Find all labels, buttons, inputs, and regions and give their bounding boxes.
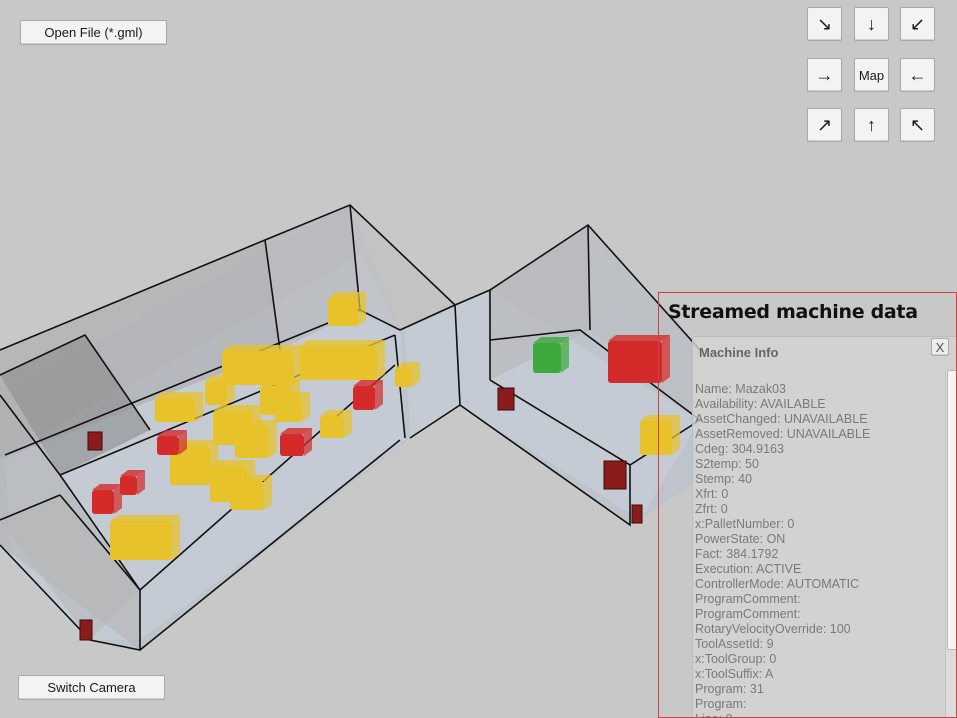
machine-info-line: RotaryVelocityOverride: 100	[695, 622, 851, 636]
machine[interactable]	[328, 292, 366, 326]
callout-title: Streamed machine data	[668, 301, 918, 323]
machine-info-line: Execution: ACTIVE	[695, 562, 802, 576]
machine-info-line: Xfrt: 0	[695, 487, 729, 501]
machine-info-line: PowerState: ON	[695, 532, 786, 546]
machine[interactable]	[235, 420, 277, 458]
machine-info-line: Cdeg: 304.9163	[695, 442, 784, 456]
machine-info-line: Stemp: 40	[695, 472, 752, 486]
machine-info-panel: Machine Info X Name: Mazak03 Availability…	[692, 336, 956, 717]
machine[interactable]	[353, 380, 383, 410]
machine-info-line: Program: 31	[695, 682, 764, 696]
machine-info-list: Name: Mazak03 Availability: AVAILABLE Asse…	[695, 382, 941, 717]
machine-info-title: Machine Info	[699, 345, 779, 360]
machine[interactable]	[155, 392, 203, 422]
door	[603, 460, 627, 490]
open-file-button[interactable]: Open File (*.gml)	[20, 20, 167, 45]
machine[interactable]	[275, 392, 310, 422]
machine[interactable]	[110, 515, 180, 560]
machine[interactable]	[157, 430, 187, 455]
scrollbar-thumb[interactable]	[947, 370, 956, 650]
switch-camera-button[interactable]: Switch Camera	[18, 675, 165, 700]
machine[interactable]	[230, 475, 272, 510]
machine[interactable]	[320, 410, 352, 438]
machine[interactable]	[280, 428, 312, 456]
pan-down-button[interactable]: ↓	[854, 7, 889, 41]
pan-down-right-button[interactable]: ↘	[807, 7, 842, 41]
pan-up-left-button[interactable]: ↖	[900, 108, 935, 142]
pan-down-left-button[interactable]: ↙	[900, 7, 935, 41]
pan-up-right-button[interactable]: ↗	[807, 108, 842, 142]
machine-info-line: Fact: 384.1792	[695, 547, 779, 561]
machine-info-line: S2temp: 50	[695, 457, 759, 471]
machine-info-line: Availability: AVAILABLE	[695, 397, 826, 411]
pan-up-button[interactable]: ↑	[854, 108, 889, 142]
machine[interactable]	[205, 375, 235, 405]
machine-info-line: x:ToolSuffix: A	[695, 667, 774, 681]
machine-info-line: x:PalletNumber: 0	[695, 517, 795, 531]
machine[interactable]	[300, 340, 385, 380]
machine-info-line: Zfrt: 0	[695, 502, 728, 516]
machine-info-line: Line: 0	[695, 712, 941, 717]
close-button[interactable]: X	[931, 338, 949, 356]
machine-info-line: AssetRemoved: UNAVAILABLE	[695, 427, 871, 441]
scrollbar[interactable]	[945, 370, 956, 717]
map-button[interactable]: Map	[854, 58, 889, 92]
machine-info-line: Name: Mazak03	[695, 382, 787, 396]
streamed-data-callout: Streamed machine data Machine Info X Nam…	[658, 292, 957, 718]
machine-info-line: AssetChanged: UNAVAILABLE	[695, 412, 868, 426]
machine-info-line: ProgramComment:	[695, 592, 801, 606]
machine[interactable]	[533, 337, 569, 373]
pan-left-button[interactable]: ←	[900, 58, 935, 92]
machine-info-line: ControllerMode: AUTOMATIC	[695, 577, 860, 591]
pan-right-button[interactable]: →	[807, 58, 842, 92]
machine[interactable]	[395, 362, 420, 387]
door	[497, 387, 515, 411]
machine-info-line: ProgramComment:	[695, 607, 801, 621]
machine-info-line: x:ToolGroup: 0	[695, 652, 777, 666]
door	[87, 431, 103, 451]
door	[79, 619, 93, 641]
machine[interactable]	[92, 484, 122, 514]
machine-info-line: ToolAssetId: 9	[695, 637, 774, 651]
door	[631, 504, 643, 524]
machine[interactable]	[120, 470, 145, 495]
machine-info-line: Program:	[695, 697, 747, 711]
